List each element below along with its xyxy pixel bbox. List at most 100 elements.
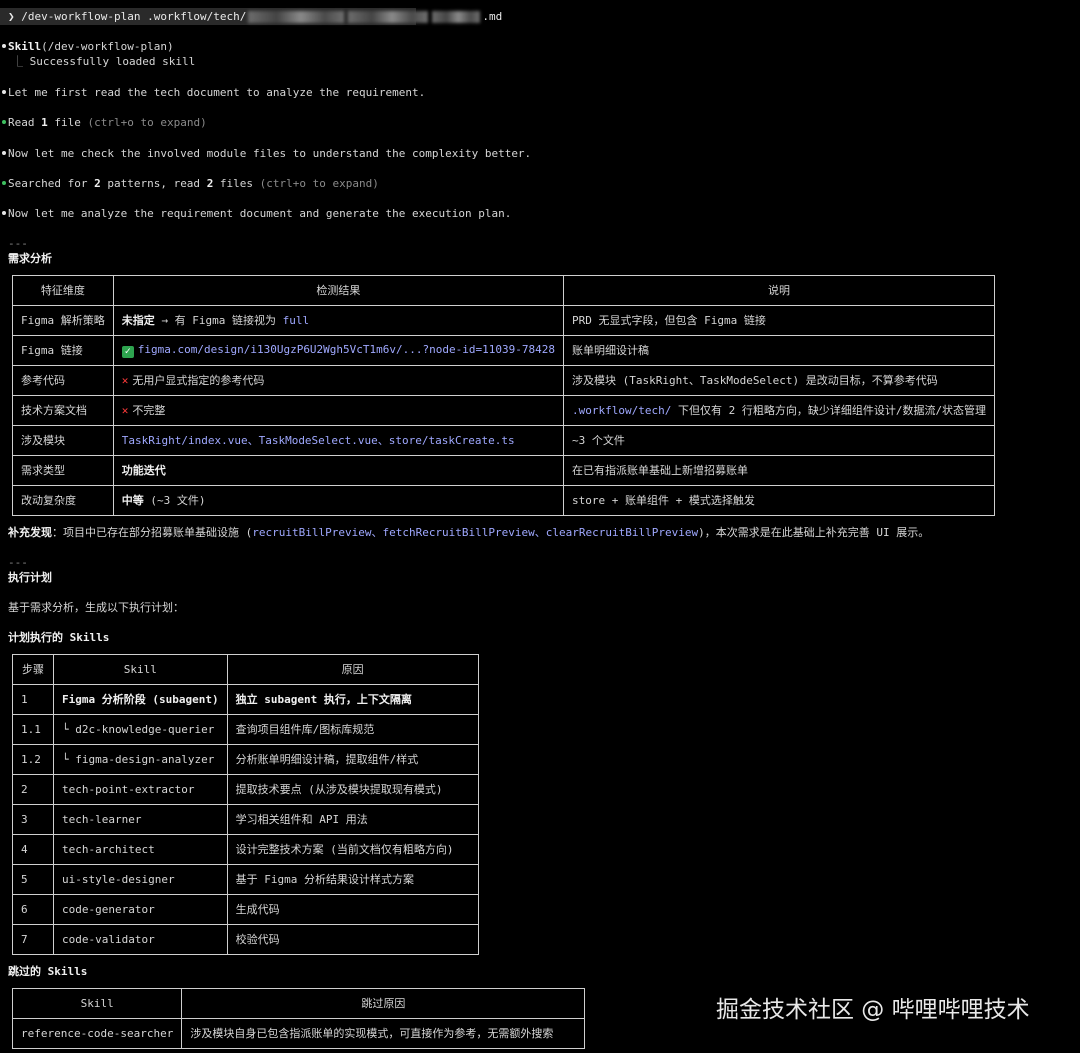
step-cell: 4: [12, 834, 54, 865]
step-cell: 1.2: [12, 744, 54, 775]
reason-cell: 涉及模块自身已包含指派账单的实现模式，可直接作为参考，无需额外搜索: [181, 1018, 586, 1049]
skill-cell: tech-learner: [53, 804, 228, 835]
dim-cell: 涉及模块: [12, 425, 114, 456]
note-cell: 在已有指派账单基础上新增招募账单: [562, 455, 996, 486]
result-text: 无用户显式指定的参考代码: [132, 373, 265, 387]
plan-intro: 基于需求分析，生成以下执行计划：: [8, 601, 184, 614]
result-cell: ✕ 不完整: [112, 395, 564, 426]
table-row: 1.1 └ d2c-knowledge-querier 查询项目组件库/图标库规…: [12, 714, 479, 745]
read-prefix: Read: [8, 116, 42, 129]
reason-cell: 查询项目组件库/图标库规范: [226, 714, 479, 745]
result-text: → 有 Figma 链接视为: [154, 313, 283, 327]
figma-link[interactable]: figma.com/design/i130UgzP6U2Wgh5VcT1m6v/…: [138, 343, 555, 356]
step-cell: 3: [12, 804, 54, 835]
table-row: 需求类型 功能迭代 在已有指派账单基础上新增招募账单: [12, 455, 996, 486]
cross-icon: ✕: [121, 373, 129, 387]
result-cell: ✕ 无用户显式指定的参考代码: [112, 365, 564, 396]
supplement-label: 补充发现: [8, 526, 52, 539]
result-bold: 功能迭代: [121, 463, 166, 477]
redacted-path: [248, 11, 345, 23]
expand-hint: (ctrl+o to expand): [87, 116, 207, 129]
skill-cell: Figma 分析阶段 (subagent): [53, 684, 228, 715]
message-bullet: [2, 90, 6, 94]
skipped-table: Skill 跳过原因 reference-code-searcher 涉及模块自…: [11, 988, 586, 1049]
reason-cell: 分析账单明细设计稿，提取组件/样式: [226, 744, 479, 775]
step-cell: 2: [12, 774, 54, 805]
skills-heading: 计划执行的 Skills: [8, 631, 110, 644]
note-cell: PRD 无显式字段，但包含 Figma 链接: [562, 305, 996, 336]
table-row: Figma 解析策略 未指定 → 有 Figma 链接视为 full PRD 无…: [12, 305, 996, 336]
skill-cell: └ d2c-knowledge-querier: [53, 714, 228, 745]
skill-cell: code-validator: [53, 924, 228, 955]
result-cell: 未指定 → 有 Figma 链接视为 full: [112, 305, 564, 336]
table-row: 5 ui-style-designer 基于 Figma 分析结果设计样式方案: [12, 864, 479, 895]
plan-heading: 执行计划: [8, 571, 52, 584]
prompt-command: /dev-workflow-plan .workflow/tech/: [21, 10, 247, 23]
skill-cell: ui-style-designer: [53, 864, 228, 895]
col-header: Skill: [11, 988, 183, 1019]
pattern-count: 2: [94, 177, 101, 190]
col-header: 检测结果: [112, 275, 564, 306]
table-row: reference-code-searcher 涉及模块自身已包含指派账单的实现…: [11, 1018, 586, 1049]
separator: ---: [8, 237, 28, 250]
supplement-text: )，本次需求是在此基础上补充完善 UI 展示。: [698, 526, 930, 539]
skill-arg: (/dev-workflow-plan): [41, 40, 174, 53]
result-text: 不完整: [132, 403, 166, 417]
skill-status-line: ⎿ Successfully loaded skill: [12, 55, 195, 69]
step-cell: 7: [12, 924, 54, 955]
reason-cell: 设计完整技术方案 (当前文档仅有粗略方向): [226, 834, 479, 865]
message-5: Now let me analyze the requirement docum…: [8, 207, 512, 220]
col-header: 步骤: [12, 654, 54, 685]
tree-connector-icon: ⎿: [12, 55, 23, 68]
table-row: 4 tech-architect 设计完整技术方案 (当前文档仅有粗略方向): [12, 834, 479, 865]
dim-cell: 技术方案文档: [12, 395, 114, 426]
col-header: 说明: [562, 275, 996, 306]
skill-cell: code-generator: [53, 894, 228, 925]
supplement-line: 补充发现：项目中已存在部分招募账单基础设施 (recruitBillPrevie…: [8, 526, 929, 540]
search-prefix: Searched for: [8, 177, 95, 190]
step-cell: 1.1: [12, 714, 54, 745]
result-cell: 功能迭代: [112, 455, 564, 486]
dim-cell: 改动复杂度: [12, 485, 114, 516]
table-row: 1.2 └ figma-design-analyzer 分析账单明细设计稿，提取…: [12, 744, 479, 775]
reason-cell: 独立 subagent 执行，上下文隔离: [226, 684, 479, 715]
dim-cell: 需求类型: [12, 455, 114, 486]
message-search[interactable]: Searched for 2 patterns, read 2 files (c…: [8, 177, 379, 191]
table-row: 技术方案文档 ✕ 不完整 .workflow/tech/ 下但仅有 2 行粗略方向…: [12, 395, 996, 426]
redacted-path-2: [348, 11, 429, 23]
tool-bullet: [2, 181, 6, 185]
table-row: 改动复杂度 中等 (~3 文件) store + 账单组件 + 模式选择触发: [12, 485, 996, 516]
note-text: 下但仅有 2 行粗略方向，缺少详细组件设计/数据流/状态管理: [671, 403, 987, 417]
note-cell: .workflow/tech/ 下但仅有 2 行粗略方向，缺少详细组件设计/数据…: [562, 395, 996, 426]
message-bullet: [2, 44, 6, 48]
message-read-files[interactable]: Read 1 file (ctrl+o to expand): [8, 116, 207, 130]
read-count: 1: [41, 116, 48, 129]
prompt-suffix: .md: [482, 10, 503, 23]
separator: ---: [8, 556, 28, 569]
table-row: 涉及模块 TaskRight/index.vue、TaskModeSelect.…: [12, 425, 996, 456]
redacted-path-3: [432, 11, 481, 23]
skill-line: Skill(/dev-workflow-plan): [8, 40, 174, 54]
message-3: Now let me check the involved module fil…: [8, 147, 532, 160]
message-bullet: [2, 151, 6, 155]
search-suffix: files: [213, 177, 260, 190]
dim-cell: 参考代码: [12, 365, 114, 396]
read-suffix: file: [47, 116, 88, 129]
watermark: 掘金技术社区 @ 哔哩哔哩技术: [716, 997, 1030, 1023]
table-header-row: 步骤 Skill 原因: [12, 654, 479, 685]
tool-bullet: [2, 120, 6, 124]
table-row: 7 code-validator 校验代码: [12, 924, 479, 955]
result-cell: 中等 (~3 文件): [112, 485, 564, 516]
dim-cell: Figma 链接: [12, 335, 114, 366]
note-cell: store + 账单组件 + 模式选择触发: [562, 485, 996, 516]
table-header-row: 特征维度 检测结果 说明: [12, 275, 996, 306]
supplement-text: ：项目中已存在部分招募账单基础设施 (: [52, 526, 253, 539]
result-code: TaskRight/index.vue、TaskModeSelect.vue、s…: [121, 433, 515, 447]
reason-cell: 生成代码: [226, 894, 479, 925]
cross-icon: ✕: [121, 403, 129, 417]
skill-name: Skill: [8, 40, 42, 53]
reason-cell: 基于 Figma 分析结果设计样式方案: [226, 864, 479, 895]
plan-table: 步骤 Skill 原因 1 Figma 分析阶段 (subagent) 独立 s…: [12, 654, 479, 955]
prompt-line[interactable]: ❯ /dev-workflow-plan .workflow/tech/ .md: [8, 10, 502, 24]
reason-cell: 校验代码: [226, 924, 479, 955]
